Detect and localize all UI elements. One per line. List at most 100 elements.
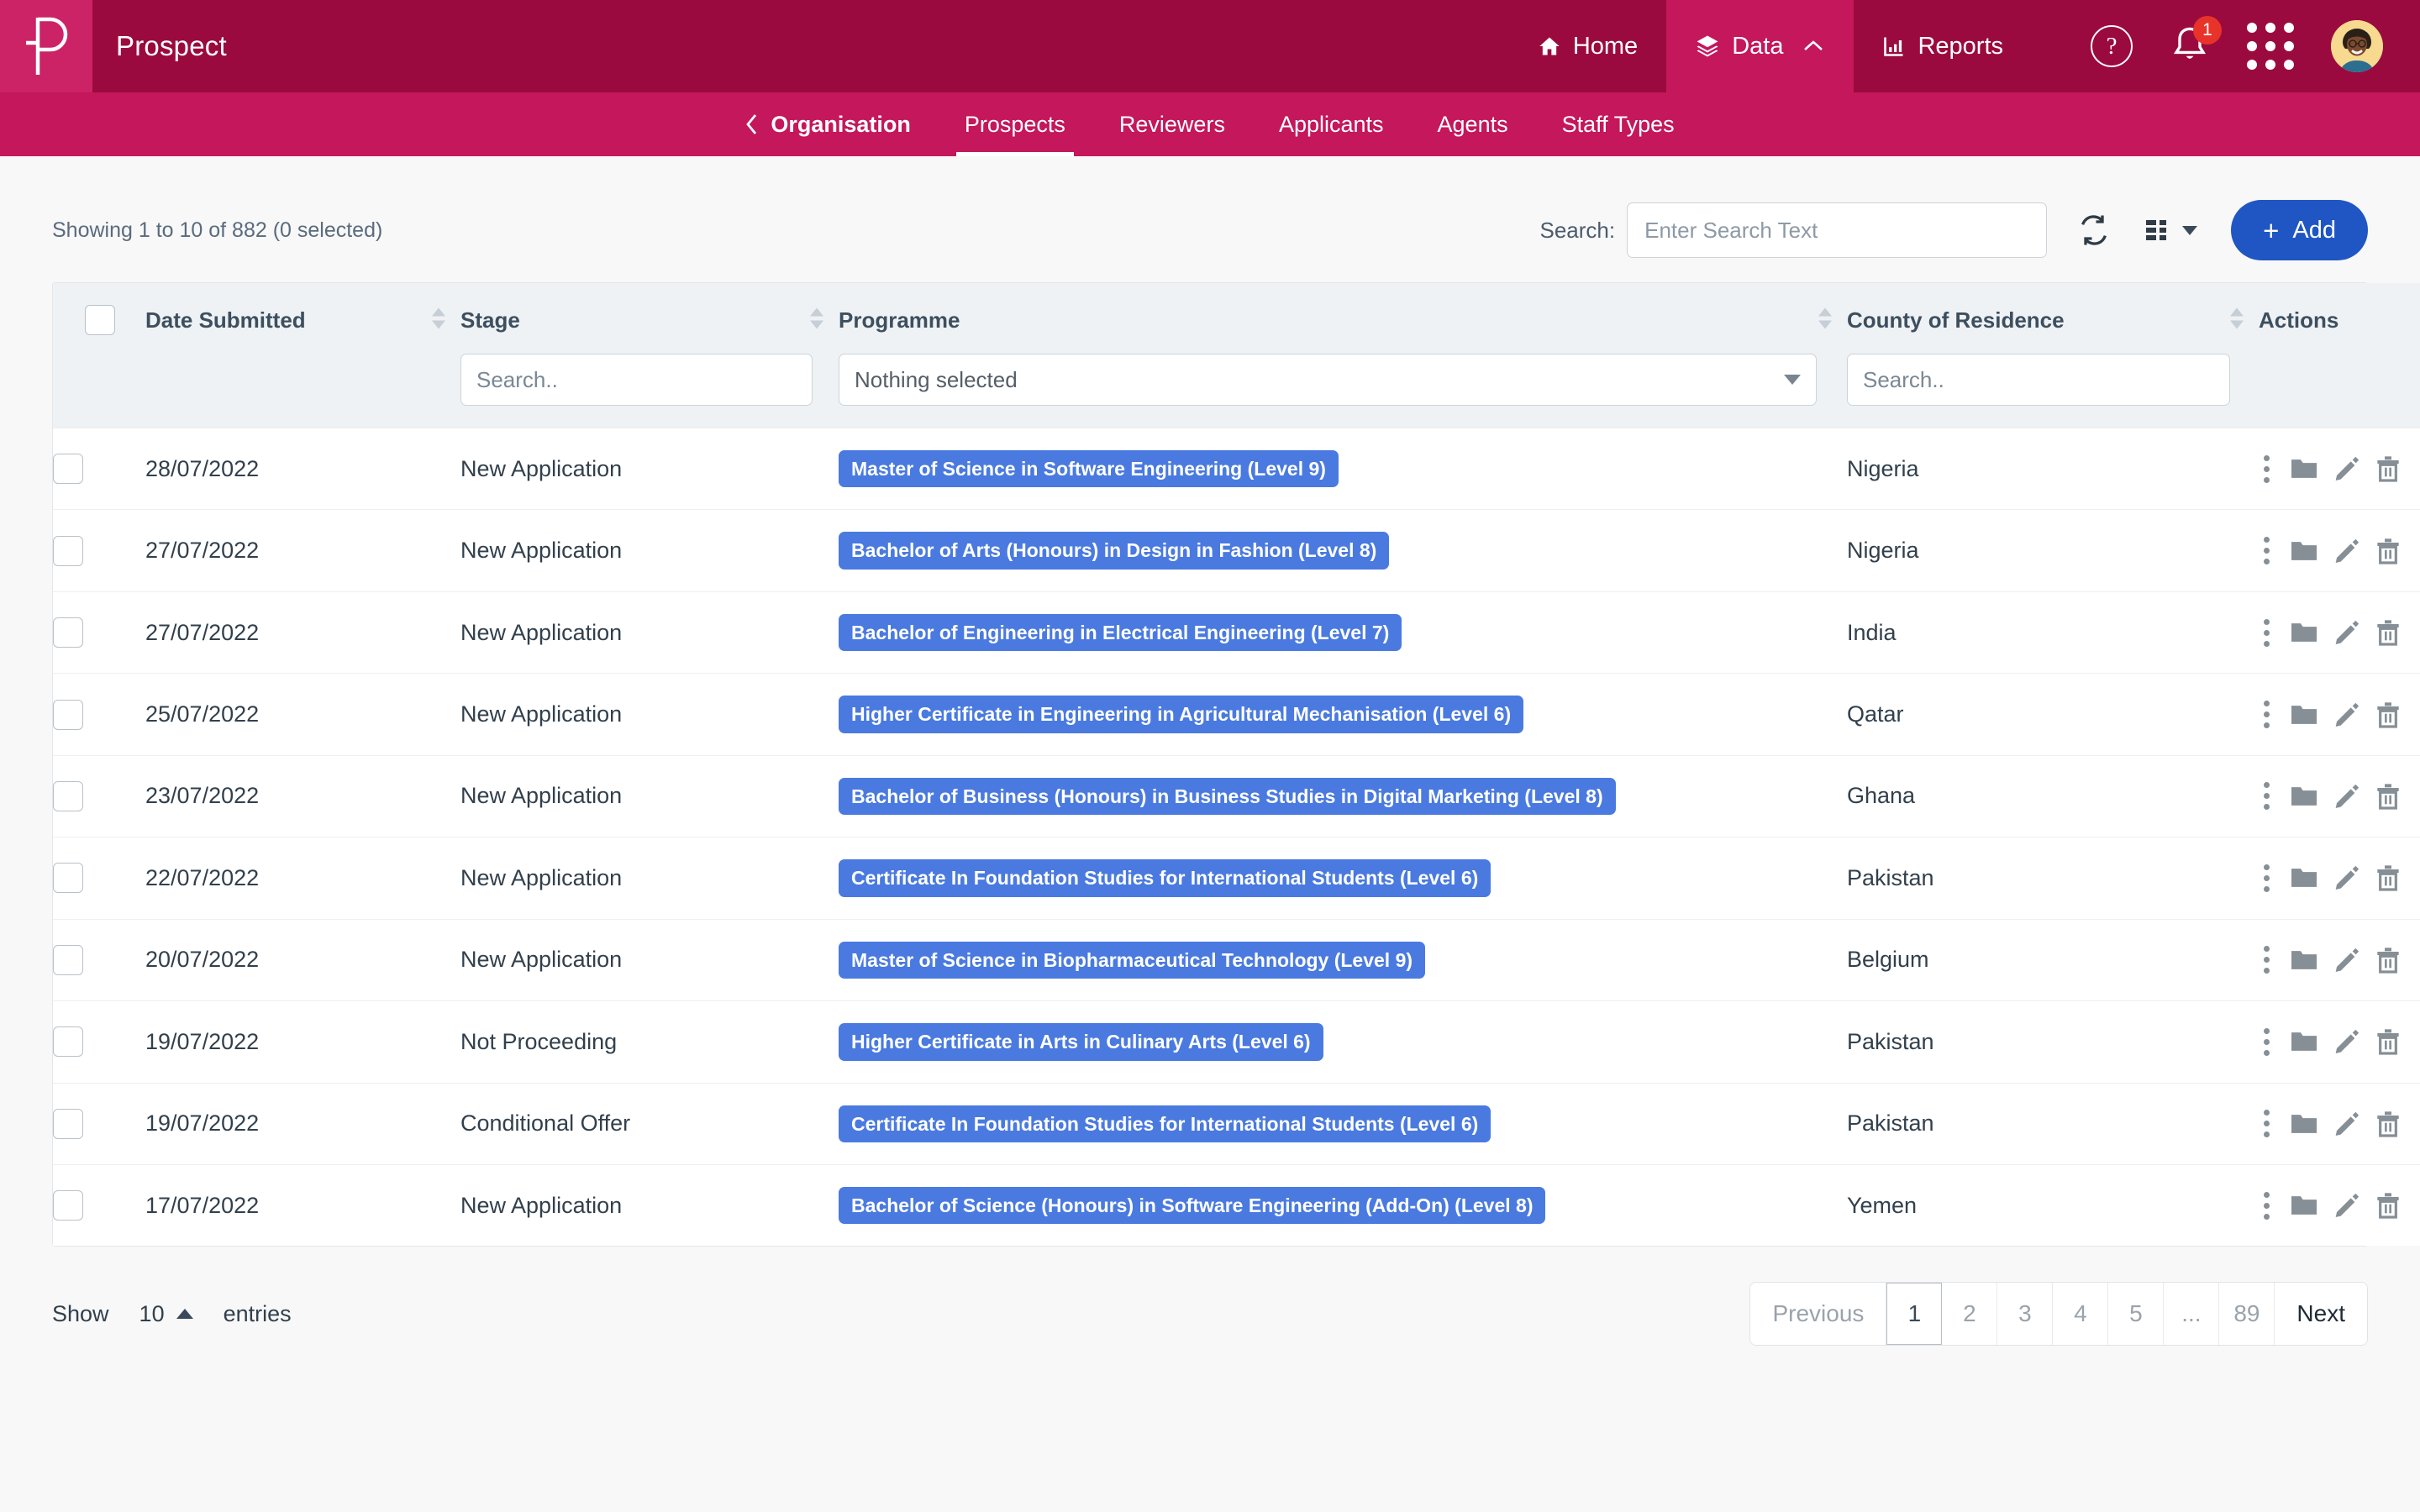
sidebar-item-reviewers[interactable]: Reviewers — [1092, 92, 1252, 156]
more-vertical-icon[interactable] — [2259, 537, 2275, 565]
app-logo[interactable] — [0, 0, 92, 92]
programme-badge[interactable]: Certificate In Foundation Studies for In… — [839, 1105, 1491, 1142]
table-row[interactable]: 19/07/2022 Conditional Offer Certificate I… — [53, 1083, 2420, 1165]
programme-badge[interactable]: Master of Science in Biopharmaceutical T… — [839, 941, 1426, 979]
row-checkbox[interactable] — [53, 780, 83, 811]
pencil-edit-icon[interactable] — [2333, 455, 2360, 482]
entries-per-page-value[interactable]: 10 — [139, 1301, 165, 1327]
more-vertical-icon[interactable] — [2259, 454, 2275, 483]
avatar[interactable] — [2331, 20, 2383, 72]
row-checkbox[interactable] — [53, 1026, 83, 1058]
pencil-edit-icon[interactable] — [2333, 947, 2360, 974]
folder-icon[interactable] — [2290, 784, 2318, 809]
trash-delete-icon[interactable] — [2375, 701, 2401, 728]
table-row[interactable]: 20/07/2022 New Application Master of Scien… — [53, 919, 2420, 1001]
help-button[interactable]: ? — [2091, 25, 2133, 67]
programme-badge[interactable]: Bachelor of Engineering in Electrical En… — [839, 613, 1402, 652]
trash-delete-icon[interactable] — [2375, 1028, 2401, 1055]
pagination-item[interactable]: ... — [2164, 1283, 2220, 1346]
sidebar-item-agents[interactable]: Agents — [1411, 92, 1535, 156]
pagination-item[interactable]: 2 — [1942, 1283, 1998, 1346]
folder-icon[interactable] — [2290, 1111, 2318, 1137]
more-vertical-icon[interactable] — [2259, 1110, 2275, 1138]
apps-grid-button[interactable] — [2247, 23, 2294, 70]
pencil-edit-icon[interactable] — [2333, 1028, 2360, 1055]
pagination-item[interactable]: 5 — [2108, 1283, 2165, 1346]
row-checkbox[interactable] — [53, 863, 83, 894]
folder-icon[interactable] — [2290, 538, 2318, 564]
programme-filter-select[interactable]: Nothing selected — [839, 354, 1817, 406]
row-checkbox[interactable] — [53, 1108, 83, 1139]
pencil-edit-icon[interactable] — [2333, 701, 2360, 728]
sort-toggle-programme[interactable] — [1818, 307, 1832, 329]
trash-delete-icon[interactable] — [2375, 1110, 2401, 1137]
table-row[interactable]: 23/07/2022 New Application Bachelor of Bus… — [53, 755, 2420, 837]
nav-item-data[interactable]: Data — [1666, 0, 1854, 92]
programme-badge[interactable]: Master of Science in Software Engineerin… — [839, 450, 1339, 488]
pencil-edit-icon[interactable] — [2333, 864, 2360, 891]
trash-delete-icon[interactable] — [2375, 538, 2401, 564]
table-row[interactable]: 27/07/2022 New Application Bachelor of Eng… — [53, 591, 2420, 674]
column-header-programme[interactable]: Programme — [839, 283, 1847, 354]
table-row[interactable]: 22/07/2022 New Application Certificate In … — [53, 837, 2420, 920]
folder-icon[interactable] — [2290, 702, 2318, 727]
more-vertical-icon[interactable] — [2259, 618, 2275, 647]
pagination-item[interactable]: Next — [2275, 1283, 2367, 1346]
programme-badge[interactable]: Bachelor of Science (Honours) in Softwar… — [839, 1186, 1546, 1225]
more-vertical-icon[interactable] — [2259, 701, 2275, 729]
trash-delete-icon[interactable] — [2375, 947, 2401, 974]
more-vertical-icon[interactable] — [2259, 864, 2275, 892]
folder-icon[interactable] — [2290, 456, 2318, 481]
nav-item-home[interactable]: Home — [1509, 0, 1666, 92]
breadcrumb-back-organisation[interactable]: Organisation — [718, 92, 938, 156]
select-all-checkbox[interactable] — [85, 305, 115, 335]
caret-up-icon[interactable] — [176, 1309, 193, 1320]
trash-delete-icon[interactable] — [2375, 455, 2401, 482]
table-row[interactable]: 17/07/2022 New Application Bachelor of Sci… — [53, 1164, 2420, 1247]
folder-icon[interactable] — [2290, 1029, 2318, 1054]
programme-badge[interactable]: Certificate In Foundation Studies for In… — [839, 859, 1491, 897]
sort-toggle-date-submitted[interactable] — [432, 307, 445, 329]
trash-delete-icon[interactable] — [2375, 783, 2401, 810]
sidebar-item-applicants[interactable]: Applicants — [1252, 92, 1411, 156]
programme-badge[interactable]: Higher Certificate in Engineering in Agr… — [839, 696, 1524, 733]
folder-icon[interactable] — [2290, 1193, 2318, 1218]
pencil-edit-icon[interactable] — [2333, 619, 2360, 646]
pagination-item[interactable]: 1 — [1886, 1283, 1943, 1346]
pencil-edit-icon[interactable] — [2333, 783, 2360, 810]
county-filter-input[interactable] — [1847, 354, 2230, 406]
refresh-button[interactable] — [2077, 213, 2111, 247]
pagination-item[interactable]: Previous — [1750, 1283, 1887, 1346]
more-vertical-icon[interactable] — [2259, 782, 2275, 811]
programme-badge[interactable]: Bachelor of Business (Honours) in Busine… — [839, 777, 1616, 816]
stage-filter-input[interactable] — [460, 354, 813, 406]
column-chooser-button[interactable] — [2144, 217, 2198, 244]
pagination-item[interactable]: 89 — [2219, 1283, 2275, 1346]
programme-badge[interactable]: Higher Certificate in Arts in Culinary A… — [839, 1023, 1323, 1061]
add-button[interactable]: + Add — [2231, 200, 2368, 260]
column-header-date-submitted[interactable]: Date Submitted — [145, 283, 460, 354]
pagination-item[interactable]: 3 — [1997, 1283, 2054, 1346]
search-input[interactable] — [1627, 202, 2048, 258]
row-checkbox[interactable] — [53, 699, 83, 730]
column-header-stage[interactable]: Stage — [460, 283, 839, 354]
row-checkbox[interactable] — [53, 535, 83, 566]
more-vertical-icon[interactable] — [2259, 946, 2275, 974]
row-checkbox[interactable] — [53, 1190, 83, 1221]
sort-toggle-county[interactable] — [2230, 307, 2244, 329]
pencil-edit-icon[interactable] — [2333, 1110, 2360, 1137]
pencil-edit-icon[interactable] — [2333, 1192, 2360, 1219]
folder-icon[interactable] — [2290, 620, 2318, 645]
trash-delete-icon[interactable] — [2375, 619, 2401, 646]
notifications-button[interactable]: 1 — [2170, 16, 2222, 67]
row-checkbox[interactable] — [53, 944, 83, 975]
sort-toggle-stage[interactable] — [810, 307, 823, 329]
more-vertical-icon[interactable] — [2259, 1191, 2275, 1220]
folder-icon[interactable] — [2290, 948, 2318, 973]
row-checkbox[interactable] — [53, 454, 83, 485]
table-row[interactable]: 19/07/2022 Not Proceeding Higher Certifica… — [53, 1000, 2420, 1083]
column-header-county-of-residence[interactable]: County of Residence — [1847, 283, 2259, 354]
table-row[interactable]: 27/07/2022 New Application Bachelor of Art… — [53, 509, 2420, 592]
pencil-edit-icon[interactable] — [2333, 538, 2360, 564]
sidebar-item-prospects[interactable]: Prospects — [938, 92, 1092, 156]
